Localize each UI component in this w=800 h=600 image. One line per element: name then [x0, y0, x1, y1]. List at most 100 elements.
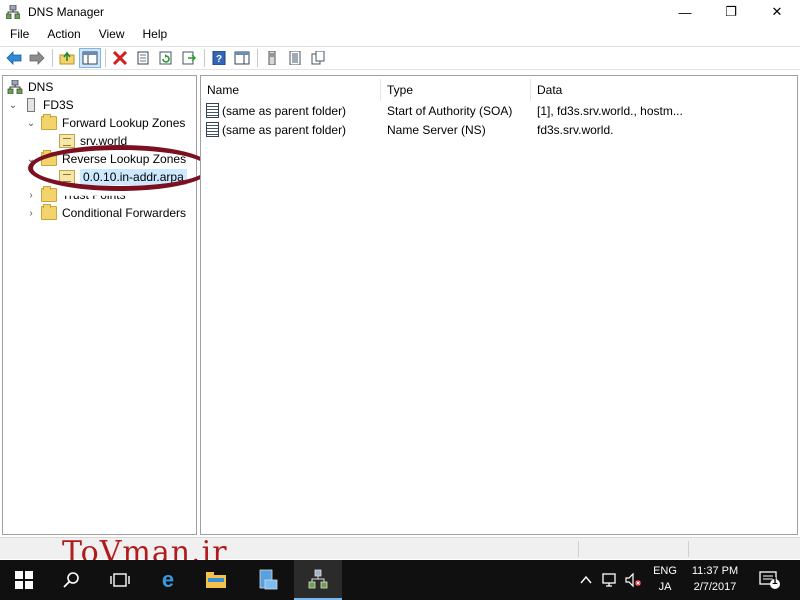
- copy-button[interactable]: [307, 48, 329, 68]
- chevron-up-icon: [580, 575, 592, 584]
- server-button[interactable]: [261, 48, 283, 68]
- clock-time: 11:37 PM: [691, 565, 739, 577]
- search-button[interactable]: [48, 560, 96, 600]
- toolbar-separator: [257, 49, 258, 67]
- delete-button[interactable]: [109, 48, 131, 68]
- record-name: (same as parent folder): [222, 103, 347, 118]
- dns-manager-icon: [308, 569, 328, 589]
- refresh-icon: [159, 51, 172, 65]
- cell-type: Name Server (NS): [387, 122, 486, 137]
- column-header-data[interactable]: Data: [531, 79, 797, 101]
- up-folder-icon: [59, 51, 75, 65]
- maximize-button[interactable]: ❐: [708, 0, 754, 24]
- volume-tray-button[interactable]: [622, 560, 644, 600]
- toolbar-separator: [204, 49, 205, 67]
- tree-node-forward-lookup-zones[interactable]: ⌄ Forward Lookup Zones: [25, 114, 185, 132]
- cell-data: [1], fd3s.srv.world., hostm...: [537, 103, 683, 118]
- language-code: ENG: [653, 565, 677, 577]
- delete-icon: [112, 51, 128, 65]
- notification-count: 1: [772, 576, 778, 587]
- show-hide-console-tree-button[interactable]: [79, 48, 101, 68]
- record-name: (same as parent folder): [222, 122, 347, 137]
- folder-icon: [41, 186, 57, 202]
- folder-icon: [41, 204, 57, 220]
- menu-help[interactable]: Help: [133, 27, 176, 41]
- cell-name: (same as parent folder): [201, 122, 381, 137]
- list-header: Name Type Data: [201, 79, 797, 101]
- network-tray-button[interactable]: [599, 560, 621, 600]
- svg-text:?: ?: [216, 54, 222, 65]
- input-language[interactable]: ENG JA: [650, 565, 680, 593]
- toolbar: ?: [0, 46, 800, 70]
- tree-node-conditional-forwarders[interactable]: › Conditional Forwarders: [25, 204, 186, 222]
- details-pane: Name Type Data (same as parent folder) S…: [200, 75, 798, 535]
- toolbar-separator: [105, 49, 106, 67]
- column-header-type[interactable]: Type: [381, 79, 531, 101]
- server-icon: [27, 98, 35, 112]
- menu-action[interactable]: Action: [37, 27, 88, 41]
- menu-file[interactable]: File: [0, 27, 37, 41]
- table-row[interactable]: (same as parent folder) Name Server (NS)…: [201, 120, 797, 139]
- list-icon: [289, 51, 301, 65]
- dns-manager-taskbar-button[interactable]: [294, 560, 342, 600]
- refresh-button[interactable]: [155, 48, 177, 68]
- forward-button[interactable]: [26, 48, 48, 68]
- tree-label: Forward Lookup Zones: [62, 116, 186, 130]
- show-hide-action-pane-button[interactable]: [231, 48, 253, 68]
- menu-bar: File Action View Help: [0, 24, 800, 44]
- tree-label: DNS: [28, 80, 54, 94]
- show-hide-console-tree-icon: [82, 51, 98, 65]
- keyboard-layout: JA: [658, 581, 672, 593]
- export-list-button[interactable]: [178, 48, 200, 68]
- collapse-chevron-icon[interactable]: ⌄: [25, 117, 37, 129]
- column-header-name[interactable]: Name: [201, 79, 381, 101]
- tree-label: FD3S: [43, 98, 74, 112]
- taskbar: e ENG JA 11:37 PM 2/7/2017 1: [0, 560, 800, 600]
- copy-icon: [311, 51, 325, 65]
- back-button[interactable]: [3, 48, 25, 68]
- expand-chevron-icon[interactable]: ›: [25, 189, 37, 201]
- collapse-chevron-icon[interactable]: ⌄: [7, 99, 19, 111]
- task-view-button[interactable]: [96, 560, 144, 600]
- properties-button[interactable]: [132, 48, 154, 68]
- record-icon: [206, 103, 219, 118]
- status-divider: [688, 541, 689, 557]
- cell-type: Start of Authority (SOA): [387, 103, 513, 118]
- show-hidden-icons-button[interactable]: [575, 560, 597, 600]
- show-hide-action-pane-icon: [234, 51, 250, 65]
- expand-chevron-icon[interactable]: ›: [25, 207, 37, 219]
- window-title: DNS Manager: [28, 5, 105, 19]
- search-icon: [63, 572, 79, 588]
- menu-view[interactable]: View: [89, 27, 133, 41]
- minimize-button[interactable]: —: [662, 0, 708, 24]
- zone-icon: [59, 134, 75, 148]
- cell-name: (same as parent folder): [201, 103, 381, 118]
- help-icon: ?: [212, 51, 226, 65]
- svg-text:e: e: [162, 569, 174, 591]
- back-arrow-icon: [6, 51, 22, 65]
- up-one-level-button[interactable]: [56, 48, 78, 68]
- cell-data: fd3s.srv.world.: [537, 122, 614, 137]
- dns-app-icon: [6, 5, 20, 19]
- tree-node-dns[interactable]: DNS: [7, 78, 53, 96]
- clock[interactable]: 11:37 PM 2/7/2017: [684, 565, 746, 593]
- console-tree-pane: DNS ⌄ FD3S ⌄ Forward Lookup Zones srv.wo…: [2, 75, 197, 535]
- tree-node-server[interactable]: ⌄ FD3S: [7, 96, 74, 114]
- tree-label: Conditional Forwarders: [62, 206, 187, 220]
- action-center-button[interactable]: 1: [755, 560, 785, 600]
- record-icon: [206, 122, 219, 137]
- file-explorer-button[interactable]: [192, 560, 240, 600]
- server-manager-button[interactable]: [244, 560, 292, 600]
- export-list-icon: [182, 51, 196, 65]
- list-button[interactable]: [284, 48, 306, 68]
- help-button[interactable]: ?: [208, 48, 230, 68]
- edge-browser-button[interactable]: e: [144, 560, 192, 600]
- clock-date: 2/7/2017: [693, 581, 737, 593]
- table-row[interactable]: (same as parent folder) Start of Authori…: [201, 101, 797, 120]
- task-view-icon: [110, 573, 130, 587]
- server-manager-icon: [259, 569, 278, 590]
- close-button[interactable]: ✕: [754, 0, 800, 24]
- start-button[interactable]: [0, 560, 48, 600]
- annotation-ellipse: [28, 145, 212, 191]
